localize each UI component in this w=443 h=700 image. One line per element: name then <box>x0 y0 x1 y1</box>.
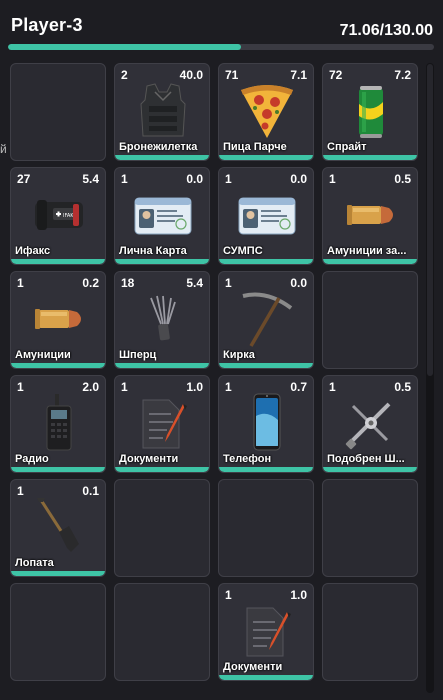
lockpick-icon <box>133 288 193 350</box>
item-name: Амуниции за... <box>327 245 407 257</box>
item-quantity: 1 <box>17 276 24 290</box>
inventory-slot[interactable]: 1 0.2 Амуниции <box>10 271 106 369</box>
item-name: Лопата <box>15 557 54 569</box>
scrollbar-thumb[interactable] <box>427 64 433 376</box>
radio-icon <box>29 392 89 454</box>
item-name: Амуниции <box>15 349 71 361</box>
item-durability-bar <box>219 155 313 160</box>
weight-readout: 71.06/130.00 <box>339 22 433 39</box>
ammo-icon <box>341 184 401 246</box>
inventory-slot[interactable]: 1 0.7 Телефон <box>218 375 314 473</box>
inventory-slot[interactable]: 18 5.4 Шперц <box>114 271 210 369</box>
item-durability-bar <box>219 467 313 472</box>
item-name: Шперц <box>119 349 157 361</box>
item-durability-bar <box>11 571 105 576</box>
inventory-slot[interactable]: 1 2.0 Радио <box>10 375 106 473</box>
inventory-slot[interactable]: 1 0.5 Амуниции за... <box>322 167 418 265</box>
item-durability-bar <box>219 363 313 368</box>
item-name: Кирка <box>223 349 255 361</box>
item-durability-bar <box>323 259 417 264</box>
weight-bar <box>8 44 434 50</box>
inventory-slot[interactable]: 72 7.2 Спрайт <box>322 63 418 161</box>
item-durability-bar <box>115 467 209 472</box>
item-name: Подобрен Ш... <box>327 453 405 465</box>
id-card-icon <box>133 184 193 246</box>
inventory-slot[interactable]: 1 0.1 Лопата <box>10 479 106 577</box>
svg-text:IFAK: IFAK <box>63 213 74 219</box>
inventory-slot-empty[interactable] <box>322 479 418 577</box>
item-quantity: 1 <box>329 172 336 186</box>
inventory-slot[interactable]: 1 1.0 Документи <box>218 583 314 681</box>
item-name: Документи <box>223 661 283 673</box>
item-durability-bar <box>219 259 313 264</box>
id-card-icon <box>237 184 297 246</box>
inventory-slot-empty[interactable] <box>114 583 210 681</box>
inventory-slot[interactable]: 71 7.1 Пица Парче <box>218 63 314 161</box>
inventory-slot[interactable]: 27 5.4 IFAK Ифакс <box>10 167 106 265</box>
item-durability-bar <box>11 467 105 472</box>
inventory-grid: 2 40.0 Бронежилетка 71 7.1 Пица Парче 72 7.2 Спр… <box>10 63 418 683</box>
item-durability-bar <box>11 259 105 264</box>
item-name: Спрайт <box>327 141 367 153</box>
item-quantity: 1 <box>17 484 24 498</box>
item-name: СУМПС <box>223 245 263 257</box>
item-durability-bar <box>323 155 417 160</box>
pizza-slice-icon <box>237 80 297 142</box>
weight-bar-fill <box>8 44 241 50</box>
item-quantity: 1 <box>225 588 232 602</box>
inventory-slot[interactable]: 1 0.5 Подобрен Ш... <box>322 375 418 473</box>
item-quantity: 1 <box>329 380 336 394</box>
side-text-fragment: й <box>0 142 7 156</box>
item-name: Документи <box>119 453 179 465</box>
item-name: Радио <box>15 453 49 465</box>
inventory-slot-empty[interactable] <box>10 63 106 161</box>
document-icon <box>237 600 297 662</box>
advanced-lockpick-icon <box>341 392 401 454</box>
item-name: Ифакс <box>15 245 51 257</box>
ifak-kit-icon: IFAK <box>29 184 89 246</box>
item-name: Лична Карта <box>119 245 187 257</box>
armor-vest-icon <box>133 80 193 142</box>
phone-icon <box>237 392 297 454</box>
inventory-slot[interactable]: 1 1.0 Документи <box>114 375 210 473</box>
item-name: Бронежилетка <box>119 141 198 153</box>
item-durability-bar <box>115 363 209 368</box>
item-quantity: 1 <box>225 276 232 290</box>
inventory-slot[interactable]: 2 40.0 Бронежилетка <box>114 63 210 161</box>
ammo-icon <box>29 288 89 350</box>
item-quantity: 1 <box>225 380 232 394</box>
item-durability-bar <box>11 363 105 368</box>
item-durability-bar <box>219 675 313 680</box>
inventory-slot-empty[interactable] <box>10 583 106 681</box>
inventory-slot[interactable]: 1 0.0 Кирка <box>218 271 314 369</box>
item-quantity: 1 <box>121 380 128 394</box>
item-quantity: 2 <box>121 68 128 82</box>
inventory-slot-empty[interactable] <box>322 583 418 681</box>
inventory-slot-empty[interactable] <box>114 479 210 577</box>
inventory-slot[interactable]: 1 0.0 Лична Карта <box>114 167 210 265</box>
document-icon <box>133 392 193 454</box>
inventory-slot-empty[interactable] <box>218 479 314 577</box>
item-quantity: 1 <box>225 172 232 186</box>
inventory-slot-empty[interactable] <box>322 271 418 369</box>
item-durability-bar <box>115 155 209 160</box>
player-name: Player-3 <box>11 15 83 35</box>
item-quantity: 1 <box>17 380 24 394</box>
item-quantity: 1 <box>121 172 128 186</box>
inventory-header: Player-3 71.06/130.00 <box>0 0 443 60</box>
pickaxe-icon <box>237 288 297 350</box>
item-durability-bar <box>323 467 417 472</box>
soda-can-icon <box>341 80 401 142</box>
inventory-slot[interactable]: 1 0.0 СУМПС <box>218 167 314 265</box>
item-name: Телефон <box>223 453 272 465</box>
shovel-icon <box>29 496 89 558</box>
item-name: Пица Парче <box>223 141 287 153</box>
item-durability-bar <box>115 259 209 264</box>
